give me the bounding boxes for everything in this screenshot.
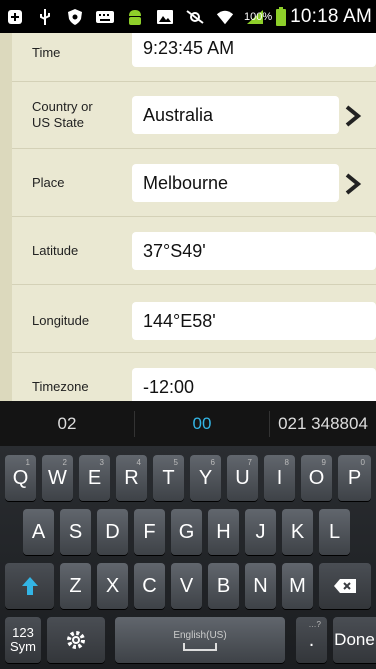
key-j[interactable]: J <box>245 509 276 555</box>
gear-icon <box>67 631 85 649</box>
android-icon <box>126 8 144 26</box>
key-q[interactable]: 1Q <box>5 455 36 501</box>
suggestion-item[interactable]: 02 <box>0 401 134 446</box>
longitude-row: Longitude 144°E58' <box>12 285 376 353</box>
image-icon <box>156 8 174 26</box>
time-row: Time 9:23:45 AM <box>12 33 376 82</box>
place-label: Place <box>32 175 65 190</box>
key-z[interactable]: Z <box>60 563 91 609</box>
place-row[interactable]: Place Melbourne <box>12 149 376 217</box>
key-b[interactable]: B <box>208 563 239 609</box>
keyboard-icon <box>96 8 114 26</box>
key-l[interactable]: L <box>319 509 350 555</box>
key-t[interactable]: 5T <box>153 455 184 501</box>
key-m[interactable]: M <box>282 563 313 609</box>
key-g[interactable]: G <box>171 509 202 555</box>
key-p[interactable]: 0P <box>338 455 371 501</box>
timezone-label: Timezone <box>32 379 89 394</box>
key-e[interactable]: 3E <box>79 455 110 501</box>
key-a[interactable]: A <box>23 509 54 555</box>
space-key[interactable]: English(US) <box>115 617 285 663</box>
space-icon <box>183 642 217 651</box>
shift-key[interactable] <box>5 563 54 609</box>
settings-key[interactable] <box>47 617 105 663</box>
time-field[interactable]: 9:23:45 AM <box>132 33 376 67</box>
timezone-row: Timezone -12:00 <box>12 353 376 401</box>
suggestion-bar: 02 00 021 348804 <box>0 401 376 446</box>
key-s[interactable]: S <box>60 509 91 555</box>
notification-icons <box>6 6 264 28</box>
latitude-label: Latitude <box>32 243 79 258</box>
shield-icon <box>66 8 84 26</box>
shift-arrow-icon <box>21 577 38 595</box>
time-label: Time <box>32 45 61 60</box>
done-key[interactable]: Done <box>333 617 376 663</box>
battery-percent: 100% <box>243 11 273 23</box>
key-w[interactable]: 2W <box>42 455 73 501</box>
key-i[interactable]: 8I <box>264 455 295 501</box>
key-r[interactable]: 4R <box>116 455 147 501</box>
key-h[interactable]: H <box>208 509 239 555</box>
longitude-label: Longitude <box>32 313 90 328</box>
key-n[interactable]: N <box>245 563 276 609</box>
key-d[interactable]: D <box>97 509 128 555</box>
backspace-icon <box>334 579 356 593</box>
chart-form: Time 9:23:45 AM Country or US State Aust… <box>0 33 376 401</box>
latitude-row: Latitude 37°S49' <box>12 217 376 285</box>
suggestion-item-selected[interactable]: 00 <box>135 401 269 446</box>
chevron-right-icon[interactable] <box>344 105 362 127</box>
key-o[interactable]: 9O <box>301 455 332 501</box>
country-field[interactable]: Australia <box>132 96 339 134</box>
wifi-icon <box>216 8 234 26</box>
period-key[interactable]: …?. <box>296 617 327 663</box>
key-v[interactable]: V <box>171 563 202 609</box>
usb-icon <box>36 8 54 26</box>
symbols-key[interactable]: 123 Sym <box>5 617 41 663</box>
key-u[interactable]: 7U <box>227 455 258 501</box>
key-k[interactable]: K <box>282 509 313 555</box>
add-icon <box>6 8 24 26</box>
keyboard: 1Q 2W 3E 4R 5T 6Y 7U 8I 9O 0P A S D F G … <box>0 446 376 669</box>
battery-icon <box>276 6 287 26</box>
key-x[interactable]: X <box>97 563 128 609</box>
longitude-field[interactable]: 144°E58' <box>132 302 376 340</box>
key-f[interactable]: F <box>134 509 165 555</box>
chevron-right-icon[interactable] <box>344 173 362 195</box>
latitude-field[interactable]: 37°S49' <box>132 232 376 270</box>
place-field[interactable]: Melbourne <box>132 164 339 202</box>
country-row[interactable]: Country or US State Australia <box>12 81 376 149</box>
status-bar: 100% 10:18 AM <box>0 0 376 33</box>
backspace-key[interactable] <box>319 563 371 609</box>
status-clock: 10:18 AM <box>290 6 372 27</box>
country-label: Country or US State <box>32 99 93 130</box>
timezone-field[interactable]: -12:00 <box>132 368 376 401</box>
key-c[interactable]: C <box>134 563 165 609</box>
silent-icon <box>186 8 204 26</box>
key-y[interactable]: 6Y <box>190 455 221 501</box>
suggestion-item[interactable]: 021 348804 <box>270 401 376 446</box>
